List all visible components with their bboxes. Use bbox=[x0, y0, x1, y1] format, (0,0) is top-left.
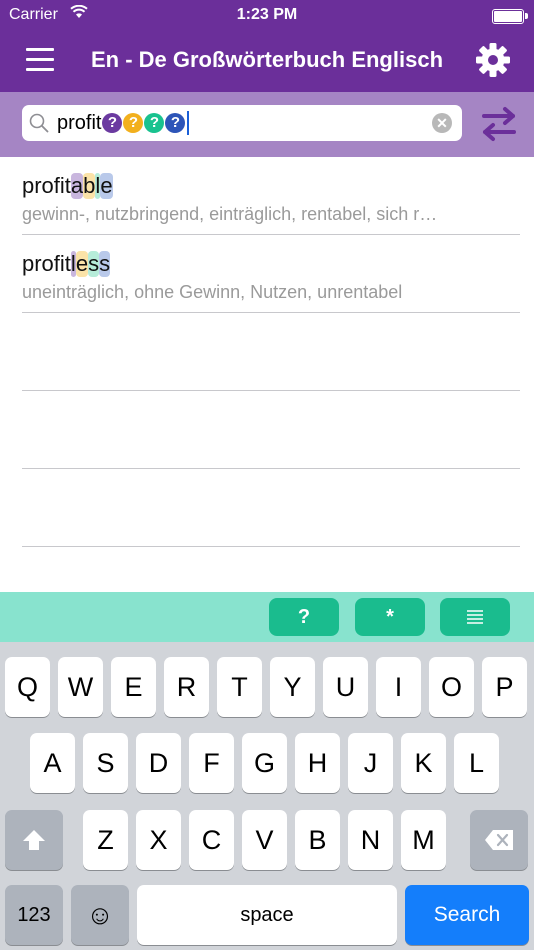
key-s[interactable]: S bbox=[83, 733, 128, 793]
search-text: profit bbox=[57, 111, 102, 134]
search-key[interactable]: Search bbox=[405, 885, 529, 945]
match-highlight: e bbox=[75, 251, 89, 277]
key-k[interactable]: K bbox=[401, 733, 446, 793]
wildcard-chip: ? bbox=[123, 113, 144, 133]
key-t[interactable]: T bbox=[217, 657, 262, 717]
shift-arrow-icon bbox=[23, 830, 45, 850]
key-x[interactable]: X bbox=[136, 810, 181, 870]
keyboard: Q W E R T Y U I O P A S D F G H J K L Z … bbox=[0, 642, 534, 950]
key-z[interactable]: Z bbox=[83, 810, 128, 870]
wildcard-toolbar: ? * bbox=[0, 592, 534, 642]
match-highlight: b bbox=[83, 173, 96, 199]
wildcard-chip: ? bbox=[165, 113, 186, 133]
settings-button[interactable] bbox=[476, 43, 510, 77]
navigation-bar: Carrier 1:23 PM En - De Großwörterbuch E… bbox=[0, 0, 534, 92]
key-w[interactable]: W bbox=[58, 657, 103, 717]
key-y[interactable]: Y bbox=[270, 657, 315, 717]
result-translation: gewinn-, nutzbringend, einträglich, rent… bbox=[22, 204, 438, 224]
key-a[interactable]: A bbox=[30, 733, 75, 793]
empty-row bbox=[22, 469, 520, 547]
key-b[interactable]: B bbox=[295, 810, 340, 870]
match-highlight: e bbox=[100, 173, 113, 199]
key-u[interactable]: U bbox=[323, 657, 368, 717]
key-j[interactable]: J bbox=[348, 733, 393, 793]
swap-language-button[interactable] bbox=[480, 106, 518, 142]
empty-row bbox=[22, 313, 520, 391]
key-c[interactable]: C bbox=[189, 810, 234, 870]
wildcard-chip: ? bbox=[144, 113, 165, 133]
backspace-key[interactable] bbox=[470, 810, 528, 870]
page-title: En - De Großwörterbuch Englisch bbox=[90, 47, 444, 72]
key-p[interactable]: P bbox=[482, 657, 527, 717]
search-bar: profit ? ? ? ? ✕ bbox=[0, 92, 534, 157]
star-wildcard-button[interactable]: * bbox=[355, 598, 425, 636]
gear-icon bbox=[476, 43, 510, 77]
clear-search-button[interactable]: ✕ bbox=[432, 113, 452, 133]
key-g[interactable]: G bbox=[242, 733, 287, 793]
question-wildcard-button[interactable]: ? bbox=[269, 598, 339, 636]
key-m[interactable]: M bbox=[401, 810, 446, 870]
hamburger-icon bbox=[26, 48, 54, 51]
backspace-icon bbox=[485, 830, 513, 850]
menu-button[interactable] bbox=[26, 48, 54, 72]
key-n[interactable]: N bbox=[348, 810, 393, 870]
result-word: profitable bbox=[22, 173, 113, 199]
list-button[interactable] bbox=[440, 598, 510, 636]
battery-icon bbox=[492, 9, 528, 24]
list-item[interactable]: profitless uneinträglich, ohne Gewinn, N… bbox=[22, 235, 520, 313]
key-q[interactable]: Q bbox=[5, 657, 50, 717]
status-bar: Carrier 1:23 PM bbox=[0, 0, 534, 30]
result-translation: uneinträglich, ohne Gewinn, Nutzen, unre… bbox=[22, 282, 403, 302]
space-key[interactable]: space bbox=[137, 885, 397, 945]
key-h[interactable]: H bbox=[295, 733, 340, 793]
key-i[interactable]: I bbox=[376, 657, 421, 717]
key-o[interactable]: O bbox=[429, 657, 474, 717]
numbers-key[interactable]: 123 bbox=[5, 885, 63, 945]
key-r[interactable]: R bbox=[164, 657, 209, 717]
text-cursor bbox=[187, 111, 190, 135]
swap-arrows-icon bbox=[482, 107, 516, 141]
search-icon bbox=[29, 113, 49, 133]
key-d[interactable]: D bbox=[136, 733, 181, 793]
empty-row bbox=[22, 391, 520, 469]
shift-key[interactable] bbox=[5, 810, 63, 870]
match-highlight: a bbox=[70, 173, 84, 199]
list-item[interactable]: profitable gewinn-, nutzbringend, einträ… bbox=[22, 157, 520, 235]
match-highlight: s bbox=[99, 251, 111, 277]
result-word: profitless bbox=[22, 251, 111, 277]
status-time: 1:23 PM bbox=[236, 6, 298, 23]
key-l[interactable]: L bbox=[454, 733, 499, 793]
match-highlight: s bbox=[88, 251, 100, 277]
wildcard-chip: ? bbox=[102, 113, 123, 133]
search-query: profit ? ? ? ? bbox=[57, 111, 190, 135]
search-input[interactable]: profit ? ? ? ? ✕ bbox=[22, 105, 462, 141]
key-f[interactable]: F bbox=[189, 733, 234, 793]
key-v[interactable]: V bbox=[242, 810, 287, 870]
list-icon bbox=[467, 610, 483, 624]
emoji-key[interactable]: ☺ bbox=[71, 885, 129, 945]
key-e[interactable]: E bbox=[111, 657, 156, 717]
